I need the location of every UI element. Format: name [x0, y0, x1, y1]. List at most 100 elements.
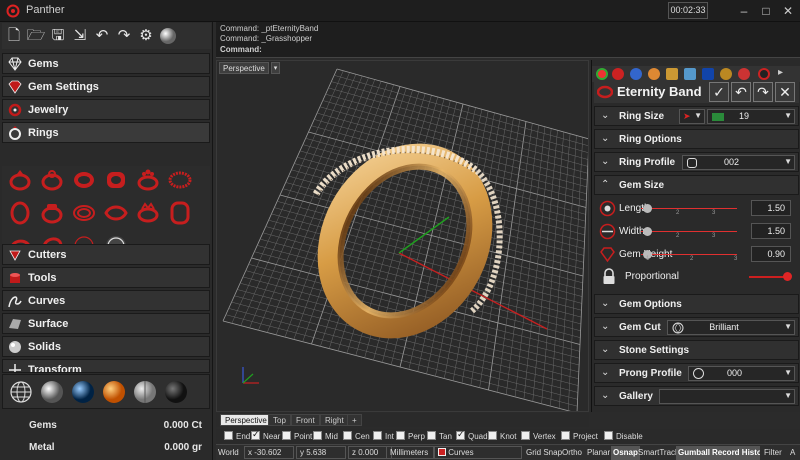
osnap-checkbox[interactable]: [343, 431, 352, 440]
lock-icon[interactable]: [602, 268, 616, 285]
osnap-mid[interactable]: Mid: [313, 431, 338, 442]
smarttrack-button[interactable]: SmartTrack: [636, 446, 681, 460]
section-ring-options[interactable]: ⌄ Ring Options: [594, 129, 799, 149]
panel-tab-tag-icon[interactable]: [738, 68, 750, 80]
category-rings[interactable]: Rings: [2, 122, 210, 143]
panel-tab-gems-icon[interactable]: [612, 68, 624, 80]
proportional-toggle-track[interactable]: [749, 276, 787, 278]
add-viewport-tab-button[interactable]: +: [347, 414, 362, 426]
panel-tab-globe-icon[interactable]: [630, 68, 642, 80]
undo-button[interactable]: ↶: [731, 82, 751, 102]
section-ring-size[interactable]: ⌄ Ring Size ➤ ▼ 19 ▼: [594, 106, 799, 126]
viewport-menu-dropdown[interactable]: ▾: [271, 62, 280, 74]
viewport-canvas[interactable]: [217, 61, 589, 412]
ring-template-flat-band-icon[interactable]: [166, 199, 194, 227]
ring-size-dropdown[interactable]: 19 ▼: [707, 109, 795, 124]
undo-icon[interactable]: ↶: [92, 26, 112, 46]
ring-template-signet-icon[interactable]: [38, 199, 66, 227]
minimize-button[interactable]: –: [735, 3, 753, 19]
settings-icon[interactable]: ⚙: [136, 26, 156, 46]
viewport-title[interactable]: Perspective: [219, 62, 269, 74]
material-blue-icon[interactable]: [70, 379, 96, 405]
width-input[interactable]: 1.50: [751, 223, 791, 239]
panel-tab-panther-icon[interactable]: [758, 68, 770, 80]
planar-button[interactable]: Planar: [585, 446, 612, 460]
osnap-checkbox[interactable]: [427, 431, 436, 440]
section-gem-size[interactable]: ⌃ Gem Size: [594, 175, 799, 195]
osnap-end[interactable]: End: [224, 431, 250, 442]
redo-icon[interactable]: ↷: [114, 26, 134, 46]
osnap-checkbox[interactable]: [521, 431, 530, 440]
ring-template-halo-icon[interactable]: [38, 166, 66, 194]
redo-button[interactable]: ↷: [753, 82, 773, 102]
ring-template-three-stone-icon[interactable]: [134, 166, 162, 194]
section-gallery[interactable]: ⌄ Gallery ▼: [594, 386, 799, 406]
export-icon[interactable]: ⇲: [70, 26, 90, 46]
render-sphere-icon[interactable]: [158, 26, 178, 46]
section-prong-profile[interactable]: ⌄ Prong Profile 000 ▼: [594, 363, 799, 383]
ring-size-standard-dropdown[interactable]: ➤ ▼: [679, 109, 705, 124]
ring-template-crown-icon[interactable]: [134, 199, 162, 227]
osnap-checkbox[interactable]: [561, 431, 570, 440]
section-gem-cut[interactable]: ⌄ Gem Cut Brilliant ▼: [594, 317, 799, 337]
category-gems[interactable]: Gems: [2, 53, 210, 74]
panel-tab-user-icon[interactable]: [720, 68, 732, 80]
ring-template-comfort-fit-icon[interactable]: [6, 199, 34, 227]
osnap-checkbox[interactable]: [313, 431, 322, 440]
osnap-disable[interactable]: Disable: [604, 431, 643, 442]
section-gem-options[interactable]: ⌄ Gem Options: [594, 294, 799, 314]
gumball-button[interactable]: Gumball: [676, 446, 713, 460]
ring-profile-dropdown[interactable]: 002 ▼: [682, 155, 795, 170]
save-icon[interactable]: 🖫: [48, 26, 68, 46]
category-jewelry[interactable]: Jewelry: [2, 99, 210, 120]
osnap-checkbox[interactable]: [282, 431, 291, 440]
osnap-checkbox[interactable]: [396, 431, 405, 440]
panel-tab-monitor-icon[interactable]: [684, 68, 696, 80]
category-tools[interactable]: Tools: [2, 267, 210, 288]
osnap-checkbox[interactable]: [488, 431, 497, 440]
material-orange-icon[interactable]: [101, 379, 127, 405]
close-button[interactable]: ✕: [779, 3, 797, 19]
material-matte-icon[interactable]: [132, 379, 158, 405]
maximize-button[interactable]: □: [757, 3, 775, 19]
osnap-checkbox[interactable]: [604, 431, 613, 440]
osnap-tan[interactable]: Tan: [427, 431, 452, 442]
ortho-button[interactable]: Ortho: [560, 446, 584, 460]
osnap-project[interactable]: Project: [561, 431, 598, 442]
tab-perspective[interactable]: Perspective: [220, 414, 272, 426]
category-transform[interactable]: Transform: [2, 359, 210, 373]
osnap-point[interactable]: Point: [282, 431, 312, 442]
length-input[interactable]: 1.50: [751, 200, 791, 216]
section-ring-profile[interactable]: ⌄ Ring Profile 002 ▼: [594, 152, 799, 172]
gem-cut-dropdown[interactable]: Brilliant ▼: [667, 320, 795, 335]
category-solids[interactable]: Solids: [2, 336, 210, 357]
panel-tab-color-icon[interactable]: [596, 68, 608, 80]
category-surface[interactable]: Surface: [2, 313, 210, 334]
width-slider-knob[interactable]: [643, 227, 652, 236]
ring-template-cigar-band-icon[interactable]: [102, 166, 130, 194]
filter-button[interactable]: Filter: [762, 446, 784, 460]
record-history-button[interactable]: Record History: [710, 446, 760, 460]
command-prompt[interactable]: Command:: [220, 45, 262, 54]
proportional-toggle-knob[interactable]: [783, 272, 792, 281]
confirm-button[interactable]: ✓: [709, 82, 729, 102]
eternity-band-model[interactable]: [299, 128, 511, 355]
category-curves[interactable]: Curves: [2, 290, 210, 311]
category-gem-settings[interactable]: Gem Settings: [2, 76, 210, 97]
units-label[interactable]: Millimeters: [386, 446, 434, 459]
current-layer[interactable]: Curves: [434, 446, 522, 459]
panel-tab-brush-icon[interactable]: [648, 68, 660, 80]
osnap-vertex[interactable]: Vertex: [521, 431, 556, 442]
osnap-checkbox[interactable]: [456, 429, 465, 440]
open-folder-icon[interactable]: 🗁: [26, 26, 46, 46]
osnap-checkbox[interactable]: [224, 431, 233, 440]
osnap-near[interactable]: Near: [251, 429, 280, 442]
a-button[interactable]: A: [788, 446, 797, 460]
ring-template-eternity-icon[interactable]: [166, 166, 194, 194]
length-slider-knob[interactable]: [643, 204, 652, 213]
grid-snap-button[interactable]: Grid Snap: [524, 446, 564, 460]
tab-top[interactable]: Top: [268, 414, 291, 426]
tab-right[interactable]: Right: [320, 414, 349, 426]
panel-tab-overflow-icon[interactable]: ▸: [778, 68, 790, 80]
section-stone-settings[interactable]: ⌄ Stone Settings: [594, 340, 799, 360]
